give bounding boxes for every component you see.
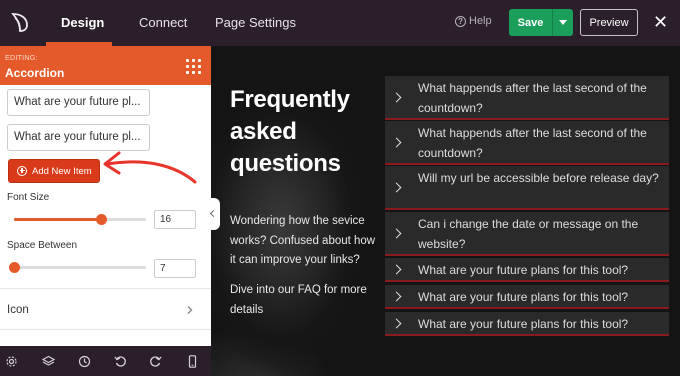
editing-label: EDITING:	[5, 55, 38, 62]
accordion-item[interactable]: What are your future plans for this tool…	[385, 285, 669, 309]
faq-cta-text[interactable]: Dive into our FAQ for more details	[230, 281, 380, 320]
accordion-item[interactable]: Can i change the date or message on the …	[385, 212, 669, 256]
collapse-sidebar-handle[interactable]	[209, 198, 220, 230]
chevron-right-icon	[391, 264, 402, 275]
help-link[interactable]: ? Help	[455, 15, 492, 27]
accordion-question: What are your future plans for this tool…	[418, 317, 629, 331]
accordion-question: Can i change the date or message on the …	[418, 217, 639, 251]
save-button[interactable]: Save	[509, 9, 552, 36]
divider	[0, 329, 211, 330]
chevron-right-icon	[391, 228, 402, 239]
accordion-item-field[interactable]: What are your future pl...	[7, 89, 150, 116]
accordion-item[interactable]: What happends after the last second of t…	[385, 76, 669, 120]
accordion-question: What happends after the last second of t…	[418, 81, 647, 115]
page-preview-canvas[interactable]: Frequently asked questions Wondering how…	[211, 46, 680, 376]
accordion-question: What are your future plans for this tool…	[418, 263, 629, 277]
accordion-question: What happends after the last second of t…	[418, 126, 647, 160]
chevron-right-icon	[391, 318, 402, 329]
faq-heading[interactable]: Frequently asked questions	[230, 84, 380, 180]
mobile-preview-icon[interactable]	[186, 355, 199, 368]
accordion-item[interactable]: What are your future plans for this tool…	[385, 312, 669, 336]
accordion-item[interactable]: What happends after the last second of t…	[385, 121, 669, 165]
layers-icon[interactable]	[42, 355, 55, 368]
tab-page-settings[interactable]: Page Settings	[215, 15, 296, 30]
font-size-slider[interactable]	[14, 214, 146, 225]
plus-circle-icon	[17, 166, 27, 176]
accordion-question: Will my url be accessible before release…	[418, 171, 659, 185]
sidebar-header: EDITING: Accordion	[0, 46, 211, 85]
font-size-slider-fill	[14, 218, 101, 221]
font-size-input[interactable]: 16	[154, 210, 196, 229]
save-options-dropdown[interactable]	[552, 9, 573, 36]
sidebar-panel: EDITING: Accordion What are your future …	[0, 46, 211, 346]
accordion-item[interactable]: Will my url be accessible before release…	[385, 166, 669, 210]
seedprod-leaf-icon[interactable]	[8, 10, 32, 34]
add-new-item-label: Add New Item	[32, 165, 92, 177]
chevron-right-icon[interactable]	[186, 306, 194, 314]
module-title: Accordion	[5, 66, 65, 80]
add-new-item-button[interactable]: Add New Item	[8, 159, 100, 183]
undo-icon[interactable]	[114, 355, 127, 368]
question-circle-icon: ?	[455, 15, 466, 27]
accordion-question: What are your future plans for this tool…	[418, 290, 629, 304]
divider	[0, 288, 211, 289]
close-icon[interactable]: ✕	[653, 13, 668, 31]
space-between-slider[interactable]	[9, 262, 146, 273]
grid-dots-icon[interactable]	[185, 58, 201, 74]
faq-description[interactable]: Wondering how the sevice works? Confused…	[230, 212, 380, 271]
annotation-arrow	[103, 151, 197, 184]
space-between-input[interactable]: 7	[154, 259, 196, 278]
sidebar-bottom-toolbar	[0, 346, 211, 376]
space-between-label: Space Between	[7, 240, 78, 251]
accordion-item[interactable]: What are your future plans for this tool…	[385, 258, 669, 282]
tab-design[interactable]: Design	[61, 15, 104, 30]
chevron-right-icon	[391, 291, 402, 302]
redo-icon[interactable]	[149, 355, 162, 368]
space-between-slider-handle[interactable]	[9, 262, 20, 273]
help-label: Help	[469, 15, 492, 27]
font-size-slider-handle[interactable]	[96, 214, 107, 225]
top-bar: Design Connect Page Settings ? Help Save…	[0, 0, 680, 46]
chevron-right-icon	[391, 92, 402, 103]
chevron-right-icon	[391, 137, 402, 148]
tab-connect[interactable]: Connect	[139, 15, 187, 30]
icon-section-label[interactable]: Icon	[7, 304, 29, 316]
chevron-right-icon	[391, 182, 402, 193]
history-icon[interactable]	[78, 355, 91, 368]
gear-icon[interactable]	[5, 355, 18, 368]
font-size-label: Font Size	[7, 192, 50, 203]
preview-button[interactable]: Preview	[580, 9, 638, 36]
